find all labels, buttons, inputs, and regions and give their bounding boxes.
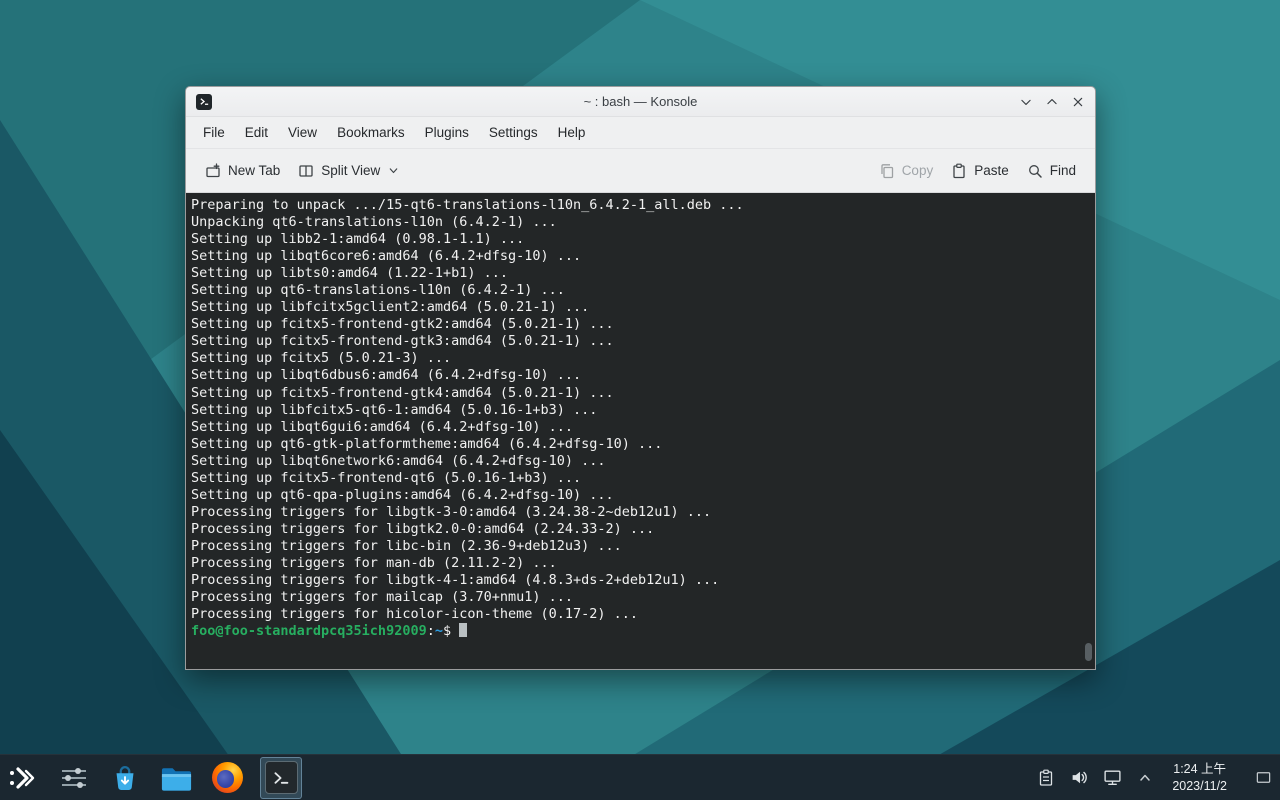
speaker-icon: [1070, 768, 1089, 787]
taskbar-file-manager-button[interactable]: [158, 760, 194, 796]
close-icon: [1069, 93, 1087, 111]
chevron-up-icon: [1043, 93, 1061, 111]
show-desktop-icon: [1255, 769, 1272, 786]
copy-label: Copy: [902, 163, 934, 178]
konsole-window: ~ : bash — Konsole FileEditViewBookmarks…: [185, 86, 1096, 670]
menu-item-view[interactable]: View: [279, 121, 326, 144]
taskbar-firefox-button[interactable]: [209, 760, 245, 796]
menu-item-file[interactable]: File: [194, 121, 234, 144]
taskbar-discover-button[interactable]: [107, 760, 143, 796]
split-view-label: Split View: [321, 163, 380, 178]
menubar: FileEditViewBookmarksPluginsSettingsHelp: [186, 117, 1095, 149]
menu-item-bookmarks[interactable]: Bookmarks: [328, 121, 414, 144]
konsole-icon: [265, 761, 298, 794]
terminal-scrollbar[interactable]: [1085, 643, 1092, 661]
split-view-button[interactable]: Split View: [289, 156, 409, 186]
find-button[interactable]: Find: [1018, 156, 1085, 186]
prompt-user-host: foo@foo-standardpcq35ich92009: [191, 623, 427, 639]
folder-icon: [160, 764, 193, 792]
konsole-app-icon: [196, 94, 212, 110]
prompt-symbol: $: [443, 623, 451, 639]
toolbar: New Tab Split View Copy Past: [186, 149, 1095, 193]
tray-expander-button[interactable]: [1135, 768, 1155, 788]
firefox-icon: [212, 762, 243, 793]
copy-icon: [879, 163, 895, 179]
prompt-path: ~: [435, 623, 443, 639]
display-tray-button[interactable]: [1102, 768, 1122, 788]
prompt-separator: :: [427, 623, 435, 639]
menu-item-settings[interactable]: Settings: [480, 121, 547, 144]
window-title: ~ : bash — Konsole: [186, 94, 1095, 109]
terminal-output: Preparing to unpack .../15-qt6-translati…: [191, 197, 1081, 623]
show-desktop-button[interactable]: [1252, 758, 1274, 798]
app-launcher-button[interactable]: [5, 760, 41, 796]
new-tab-button[interactable]: New Tab: [196, 156, 289, 186]
terminal-view[interactable]: Preparing to unpack .../15-qt6-translati…: [186, 193, 1095, 669]
task-settings-button[interactable]: [56, 760, 92, 796]
monitor-icon: [1103, 768, 1122, 787]
digital-clock[interactable]: 1:24 上午 2023/11/2: [1172, 761, 1227, 794]
clipboard-icon: [1037, 769, 1055, 787]
app-launcher-icon: [8, 764, 38, 792]
menu-item-edit[interactable]: Edit: [236, 121, 277, 144]
paste-icon: [951, 163, 967, 179]
close-button[interactable]: [1067, 91, 1089, 113]
clock-date: 2023/11/2: [1172, 778, 1227, 794]
caret-up-icon: [1137, 770, 1153, 786]
taskbar-panel: 1:24 上午 2023/11/2: [0, 754, 1280, 800]
new-tab-label: New Tab: [228, 163, 280, 178]
discover-icon: [109, 762, 141, 794]
menu-item-plugins[interactable]: Plugins: [416, 121, 478, 144]
minimize-button[interactable]: [1015, 91, 1037, 113]
find-label: Find: [1050, 163, 1076, 178]
chevron-down-icon: [1017, 93, 1035, 111]
paste-button[interactable]: Paste: [942, 156, 1018, 186]
desktop: { "window": { "title": "~ : bash — Konso…: [0, 0, 1280, 800]
volume-tray-button[interactable]: [1069, 768, 1089, 788]
copy-button[interactable]: Copy: [870, 156, 943, 186]
terminal-prompt: foo@foo-standardpcq35ich92009:~$: [191, 623, 1081, 640]
clipboard-tray-button[interactable]: [1036, 768, 1056, 788]
clock-time: 1:24 上午: [1173, 761, 1226, 777]
maximize-button[interactable]: [1041, 91, 1063, 113]
menu-item-help[interactable]: Help: [549, 121, 595, 144]
terminal-cursor: [459, 623, 467, 637]
split-view-icon: [298, 163, 314, 179]
new-tab-icon: [205, 163, 221, 179]
window-titlebar[interactable]: ~ : bash — Konsole: [186, 87, 1095, 117]
sliders-icon: [59, 763, 89, 793]
paste-label: Paste: [974, 163, 1009, 178]
chevron-down-icon: [387, 164, 400, 177]
search-icon: [1027, 163, 1043, 179]
taskbar-konsole-button-active[interactable]: [260, 757, 302, 799]
